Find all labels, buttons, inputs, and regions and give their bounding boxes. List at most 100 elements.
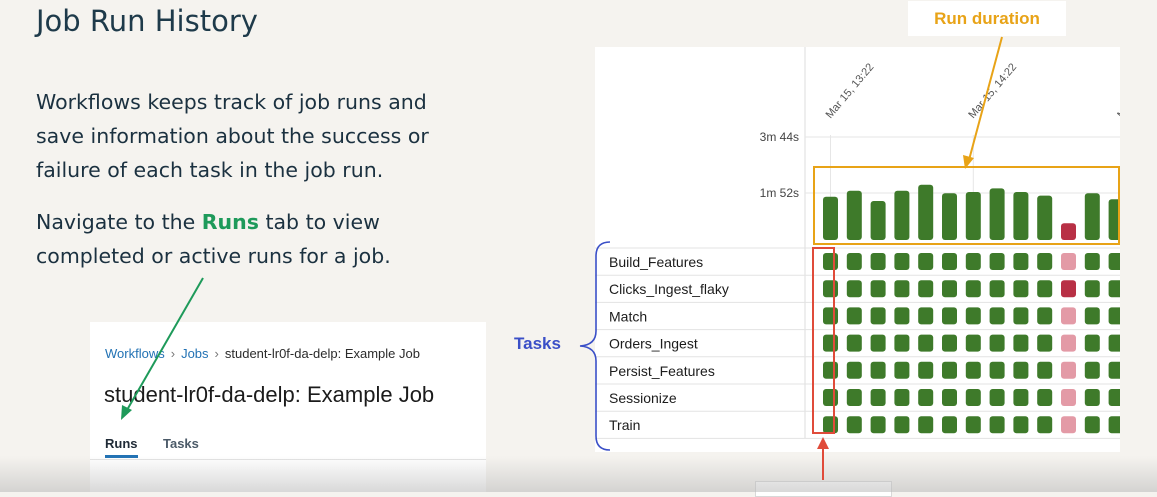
run-duration-bar	[1108, 199, 1120, 240]
task-status-cell	[942, 307, 957, 325]
task-status-cell	[989, 361, 1005, 379]
breadcrumb-jobs-link[interactable]: Jobs	[181, 346, 208, 361]
task-status-cell	[870, 361, 886, 379]
task-status-cell	[823, 307, 838, 325]
task-status-cell	[1013, 361, 1029, 379]
job-title: student-lr0f-da-delp: Example Job	[104, 382, 435, 407]
run-duration-bar	[1037, 195, 1053, 240]
task-status-cell	[918, 361, 934, 379]
task-status-cell	[846, 253, 862, 270]
run-duration-bar	[918, 184, 934, 240]
task-status-cell	[1108, 280, 1120, 298]
task-status-cell	[965, 253, 981, 270]
task-status-cell	[1013, 280, 1029, 298]
task-status-cell	[894, 307, 910, 325]
task-status-cell	[1037, 253, 1053, 270]
task-name-label: Build_Features	[609, 254, 703, 270]
navigate-text-prefix: Navigate to the	[36, 210, 202, 234]
task-status-cell	[965, 307, 981, 325]
run-duration-bar	[823, 196, 838, 240]
task-name-label: Orders_Ingest	[609, 336, 698, 352]
run-history-chart: Mar 15, 13:22 Mar 15, 14:22 Ma 3m 44s 1m 52s…	[595, 47, 1120, 439]
task-status-cell	[942, 389, 957, 406]
task-status-cell	[965, 389, 981, 406]
task-status-cell	[918, 334, 934, 352]
task-status-cell	[1061, 416, 1076, 434]
task-status-cell	[1084, 416, 1100, 434]
task-status-cell	[1061, 361, 1076, 379]
task-status-cell	[989, 389, 1005, 406]
task-status-cell	[894, 253, 910, 270]
breadcrumb-separator: ›	[214, 346, 219, 361]
time-label: Ma	[1115, 101, 1120, 121]
task-status-cell	[870, 334, 886, 352]
slide-title: Job Run History	[36, 4, 258, 38]
task-status-cell	[1108, 416, 1120, 434]
task-status-cell	[918, 253, 934, 270]
run-duration-bar	[989, 188, 1005, 240]
task-status-cell	[1084, 253, 1100, 270]
task-status-cell	[1037, 334, 1053, 352]
task-status-cell	[1037, 416, 1053, 434]
breadcrumb-current-job: student-lr0f-da-delp: Example Job	[224, 346, 420, 361]
task-status-cell	[942, 253, 957, 270]
task-status-cell	[989, 416, 1005, 434]
task-status-cell	[846, 307, 862, 325]
task-status-cell	[1108, 361, 1120, 379]
task-status-cell	[942, 361, 957, 379]
task-status-cell	[918, 280, 934, 298]
tab-runs[interactable]: Runs	[105, 436, 138, 451]
task-status-cell	[1084, 280, 1100, 298]
task-status-cell	[989, 307, 1005, 325]
task-status-cell	[965, 416, 981, 434]
task-status-cell	[846, 280, 862, 298]
task-status-cell	[1037, 280, 1053, 298]
task-status-cell	[1061, 307, 1076, 325]
run-duration-bar	[965, 192, 981, 240]
task-status-cell	[965, 361, 981, 379]
task-status-cell	[823, 389, 838, 406]
task-status-cell	[1108, 334, 1120, 352]
task-status-cell	[823, 361, 838, 379]
bottom-shadow	[0, 456, 1157, 492]
task-status-cell	[1037, 389, 1053, 406]
task-status-cell	[1084, 389, 1100, 406]
run-duration-bar	[894, 190, 910, 240]
task-status-cell	[1084, 307, 1100, 325]
task-status-cell	[1013, 416, 1029, 434]
task-name-label: Persist_Features	[609, 363, 715, 379]
task-status-cell	[1061, 334, 1076, 352]
task-status-cell	[823, 334, 838, 352]
task-status-cell	[918, 416, 934, 434]
run-duration-bar	[1013, 192, 1029, 240]
task-status-cell	[846, 334, 862, 352]
breadcrumb-workflows-link[interactable]: Workflows	[105, 346, 165, 361]
breadcrumb-separator: ›	[170, 346, 176, 361]
task-status-cell	[1108, 253, 1120, 270]
task-status-cell	[1037, 361, 1053, 379]
task-status-cell	[1084, 361, 1100, 379]
task-status-cell	[1037, 307, 1053, 325]
task-status-cell	[1061, 280, 1076, 298]
task-status-cell	[989, 253, 1005, 270]
task-status-cell	[870, 416, 886, 434]
task-status-cell	[1013, 307, 1029, 325]
task-status-cell	[942, 416, 957, 434]
task-status-cell	[823, 253, 838, 270]
runs-highlight: Runs	[201, 210, 259, 234]
time-label: Mar 15, 14:22	[966, 61, 1019, 121]
task-status-cell	[1061, 389, 1076, 406]
task-status-cell	[1061, 253, 1076, 270]
task-status-cell	[846, 416, 862, 434]
task-name-label: Sessionize	[609, 390, 677, 406]
task-status-cell	[1108, 307, 1120, 325]
task-name-label: Clicks_Ingest_flaky	[609, 281, 729, 297]
task-status-cell	[894, 361, 910, 379]
run-duration-bar	[1061, 223, 1076, 240]
task-status-cell	[870, 253, 886, 270]
task-status-cell	[965, 334, 981, 352]
tab-tasks[interactable]: Tasks	[163, 436, 199, 451]
run-history-panel: Mar 15, 13:22 Mar 15, 14:22 Ma 3m 44s 1m 52s…	[595, 47, 1120, 452]
task-status-cell	[870, 307, 886, 325]
task-status-cell	[1108, 389, 1120, 406]
